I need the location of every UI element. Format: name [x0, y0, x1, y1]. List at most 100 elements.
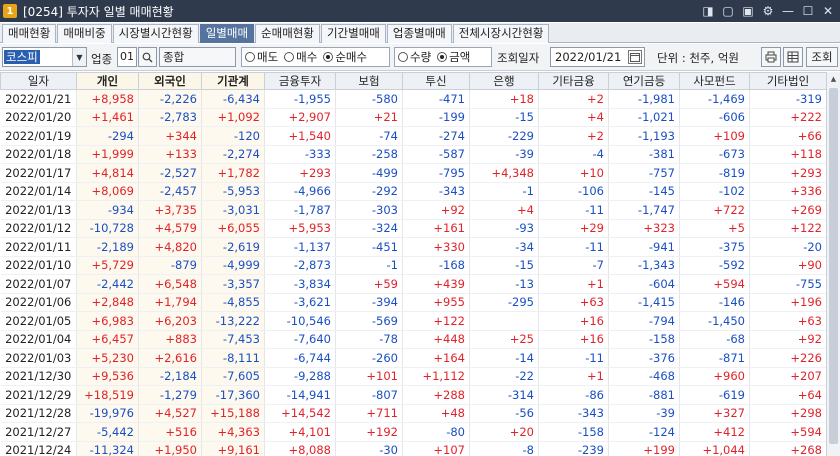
radio-net-buy[interactable]: 순매수: [323, 49, 367, 65]
cell-foreign: -2,457: [138, 182, 202, 201]
capture-icon[interactable]: ▣: [740, 3, 756, 19]
cell-pension: -1,981: [608, 89, 680, 109]
cell-foreign: +1,950: [138, 441, 202, 456]
cell-foreign: +344: [138, 126, 202, 146]
maximize-icon[interactable]: ☐: [800, 3, 816, 19]
cell-bank: -1: [469, 182, 539, 201]
tab-all-market-time[interactable]: 전체시장시간현황: [452, 24, 550, 43]
col-header-institution[interactable]: 기관계: [201, 72, 265, 90]
cell-other-corp: +64: [749, 385, 827, 405]
tab-trade-ratio[interactable]: 매매비중: [57, 24, 112, 43]
tab-market-time[interactable]: 시장별시간현황: [112, 24, 199, 43]
cell-insurance: -580: [335, 89, 403, 109]
table-row[interactable]: 2022/01/14 +8,069 -2,457 -5,953 -4,966 -292 -3…: [0, 182, 827, 201]
tab-period-trade[interactable]: 기간별매매: [320, 24, 386, 43]
radio-amount[interactable]: 금액: [437, 49, 470, 65]
cell-private-fund: -1,469: [679, 89, 750, 109]
table-row[interactable]: 2022/01/07 -2,442 +6,548 -3,357 -3,834 +59 +43…: [0, 274, 827, 294]
table-row[interactable]: 2021/12/30 +9,536 -2,184 -7,605 -9,288 +101 +1…: [0, 367, 827, 386]
tab-net-trade[interactable]: 순매매현황: [255, 24, 320, 43]
cell-individual: -294: [76, 126, 139, 146]
table-row[interactable]: 2022/01/03 +5,230 +2,616 -8,111 -6,744 -260 +1…: [0, 348, 827, 368]
cell-bank: -8: [469, 441, 539, 456]
col-header-private-fund[interactable]: 사모펀드: [679, 72, 750, 90]
col-header-pension[interactable]: 연기금등: [608, 72, 680, 90]
cell-private-fund: -375: [679, 237, 750, 257]
cell-financial-investment: -10,546: [264, 311, 336, 331]
table-row[interactable]: 2021/12/29 +18,519 -1,279 -17,360 -14,941 -80…: [0, 385, 827, 405]
radio-sell[interactable]: 매도: [245, 49, 278, 65]
cell-investment-trust: +92: [402, 200, 470, 220]
radio-quantity[interactable]: 수량: [398, 49, 431, 65]
tab-daily-trade[interactable]: 일별매매: [199, 24, 255, 43]
cell-private-fund: +1,044: [679, 441, 750, 456]
cell-financial-investment: +293: [264, 163, 336, 183]
excel-export-icon[interactable]: [783, 47, 803, 67]
cell-individual: +8,069: [76, 182, 139, 201]
table-row[interactable]: 2021/12/27 -5,442 +516 +4,363 +4,101 +192 -80 +…: [0, 422, 827, 442]
cell-investment-trust: +1,112: [402, 367, 470, 386]
cell-other-finance: -11: [538, 348, 609, 368]
col-header-date[interactable]: 일자: [0, 72, 77, 90]
col-header-other-finance[interactable]: 기타금융: [538, 72, 609, 90]
radio-amount-dot: [437, 52, 448, 62]
table-row[interactable]: 2022/01/05 +6,983 +6,203 -13,222 -10,546 -569…: [0, 311, 827, 331]
col-header-individual[interactable]: 개인: [76, 72, 139, 90]
cell-pension: -1,021: [608, 108, 680, 127]
col-header-foreign[interactable]: 외국인: [138, 72, 202, 90]
table-row[interactable]: 2022/01/20 +1,461 -2,783 +1,092 +2,907 +21 -19…: [0, 108, 827, 127]
table-row[interactable]: 2022/01/04 +6,457 +883 -7,453 -7,640 -78 +448 +…: [0, 330, 827, 349]
sector-code-input[interactable]: 01: [117, 47, 137, 67]
cell-other-finance: -106: [538, 182, 609, 201]
col-header-bank[interactable]: 은행: [469, 72, 539, 90]
table-row[interactable]: 2021/12/24 -11,324 +1,950 +9,161 +8,088 -30 +1…: [0, 441, 827, 456]
cell-insurance: -499: [335, 163, 403, 183]
calendar-icon[interactable]: [628, 50, 642, 64]
table-row[interactable]: 2022/01/13 -934 +3,735 -3,031 -1,787 -303 +92 +…: [0, 200, 827, 220]
market-select[interactable]: 코스피 ▼: [2, 47, 87, 67]
close-icon[interactable]: ✕: [820, 3, 836, 19]
link-icon[interactable]: ◨: [700, 3, 716, 19]
cell-private-fund: -68: [679, 330, 750, 349]
search-icon[interactable]: [138, 47, 157, 67]
print-icon[interactable]: [761, 47, 781, 67]
cell-financial-investment: -9,288: [264, 367, 336, 386]
table-row[interactable]: 2022/01/19 -294 +344 -120 +1,540 -74 -274 -229 +…: [0, 126, 827, 146]
radio-buy[interactable]: 매수: [284, 49, 317, 65]
cell-investment-trust: -274: [402, 126, 470, 146]
cell-private-fund: +960: [679, 367, 750, 386]
settings-icon[interactable]: ⚙: [760, 3, 776, 19]
vertical-scrollbar[interactable]: ▲: [826, 72, 840, 456]
date-input[interactable]: 2022/01/21: [550, 47, 645, 67]
cell-financial-investment: -1,787: [264, 200, 336, 220]
cell-institution: +1,782: [201, 163, 265, 183]
scroll-up-icon[interactable]: ▲: [827, 72, 840, 86]
cell-pension: -468: [608, 367, 680, 386]
table-row[interactable]: 2022/01/12 -10,728 +4,579 +6,055 +5,953 -324 +…: [0, 219, 827, 238]
cell-foreign: +133: [138, 145, 202, 164]
tab-trade-status[interactable]: 매매현황: [2, 24, 57, 43]
col-header-insurance[interactable]: 보험: [335, 72, 403, 90]
note-icon[interactable]: ▢: [720, 3, 736, 19]
cell-investment-trust: -80: [402, 422, 470, 442]
cell-bank: -13: [469, 274, 539, 294]
scroll-thumb[interactable]: [829, 88, 838, 444]
col-header-investment-trust[interactable]: 투신: [402, 72, 470, 90]
query-button[interactable]: 조회: [806, 47, 838, 67]
cell-date: 2021/12/30: [0, 367, 77, 386]
tab-sector-trade[interactable]: 업종별매매: [386, 24, 452, 43]
table-row[interactable]: 2022/01/11 -2,189 +4,820 -2,619 -1,137 -451 +3…: [0, 237, 827, 257]
cell-other-finance: +10: [538, 163, 609, 183]
cell-bank: -229: [469, 126, 539, 146]
table-row[interactable]: 2022/01/10 +5,729 -879 -4,999 -2,873 -1 -168 -1…: [0, 256, 827, 275]
col-header-other-corp[interactable]: 기타법인: [749, 72, 827, 90]
table-row[interactable]: 2021/12/28 -19,976 +4,527 +15,188 +14,542 +71…: [0, 404, 827, 423]
chevron-down-icon[interactable]: ▼: [72, 48, 86, 66]
table-row[interactable]: 2022/01/06 +2,848 +1,794 -4,855 -3,621 -394 +9…: [0, 293, 827, 312]
cell-foreign: +6,203: [138, 311, 202, 331]
table-row[interactable]: 2022/01/21 +8,958 -2,226 -6,434 -1,955 -580 -4…: [0, 89, 827, 109]
table-row[interactable]: 2022/01/17 +4,814 -2,527 +1,782 +293 -499 -795…: [0, 163, 827, 183]
col-header-financial-investment[interactable]: 금융투자: [264, 72, 336, 90]
minimize-icon[interactable]: —: [780, 3, 796, 19]
table-row[interactable]: 2022/01/18 +1,999 +133 -2,274 -333 -258 -587 -3…: [0, 145, 827, 164]
